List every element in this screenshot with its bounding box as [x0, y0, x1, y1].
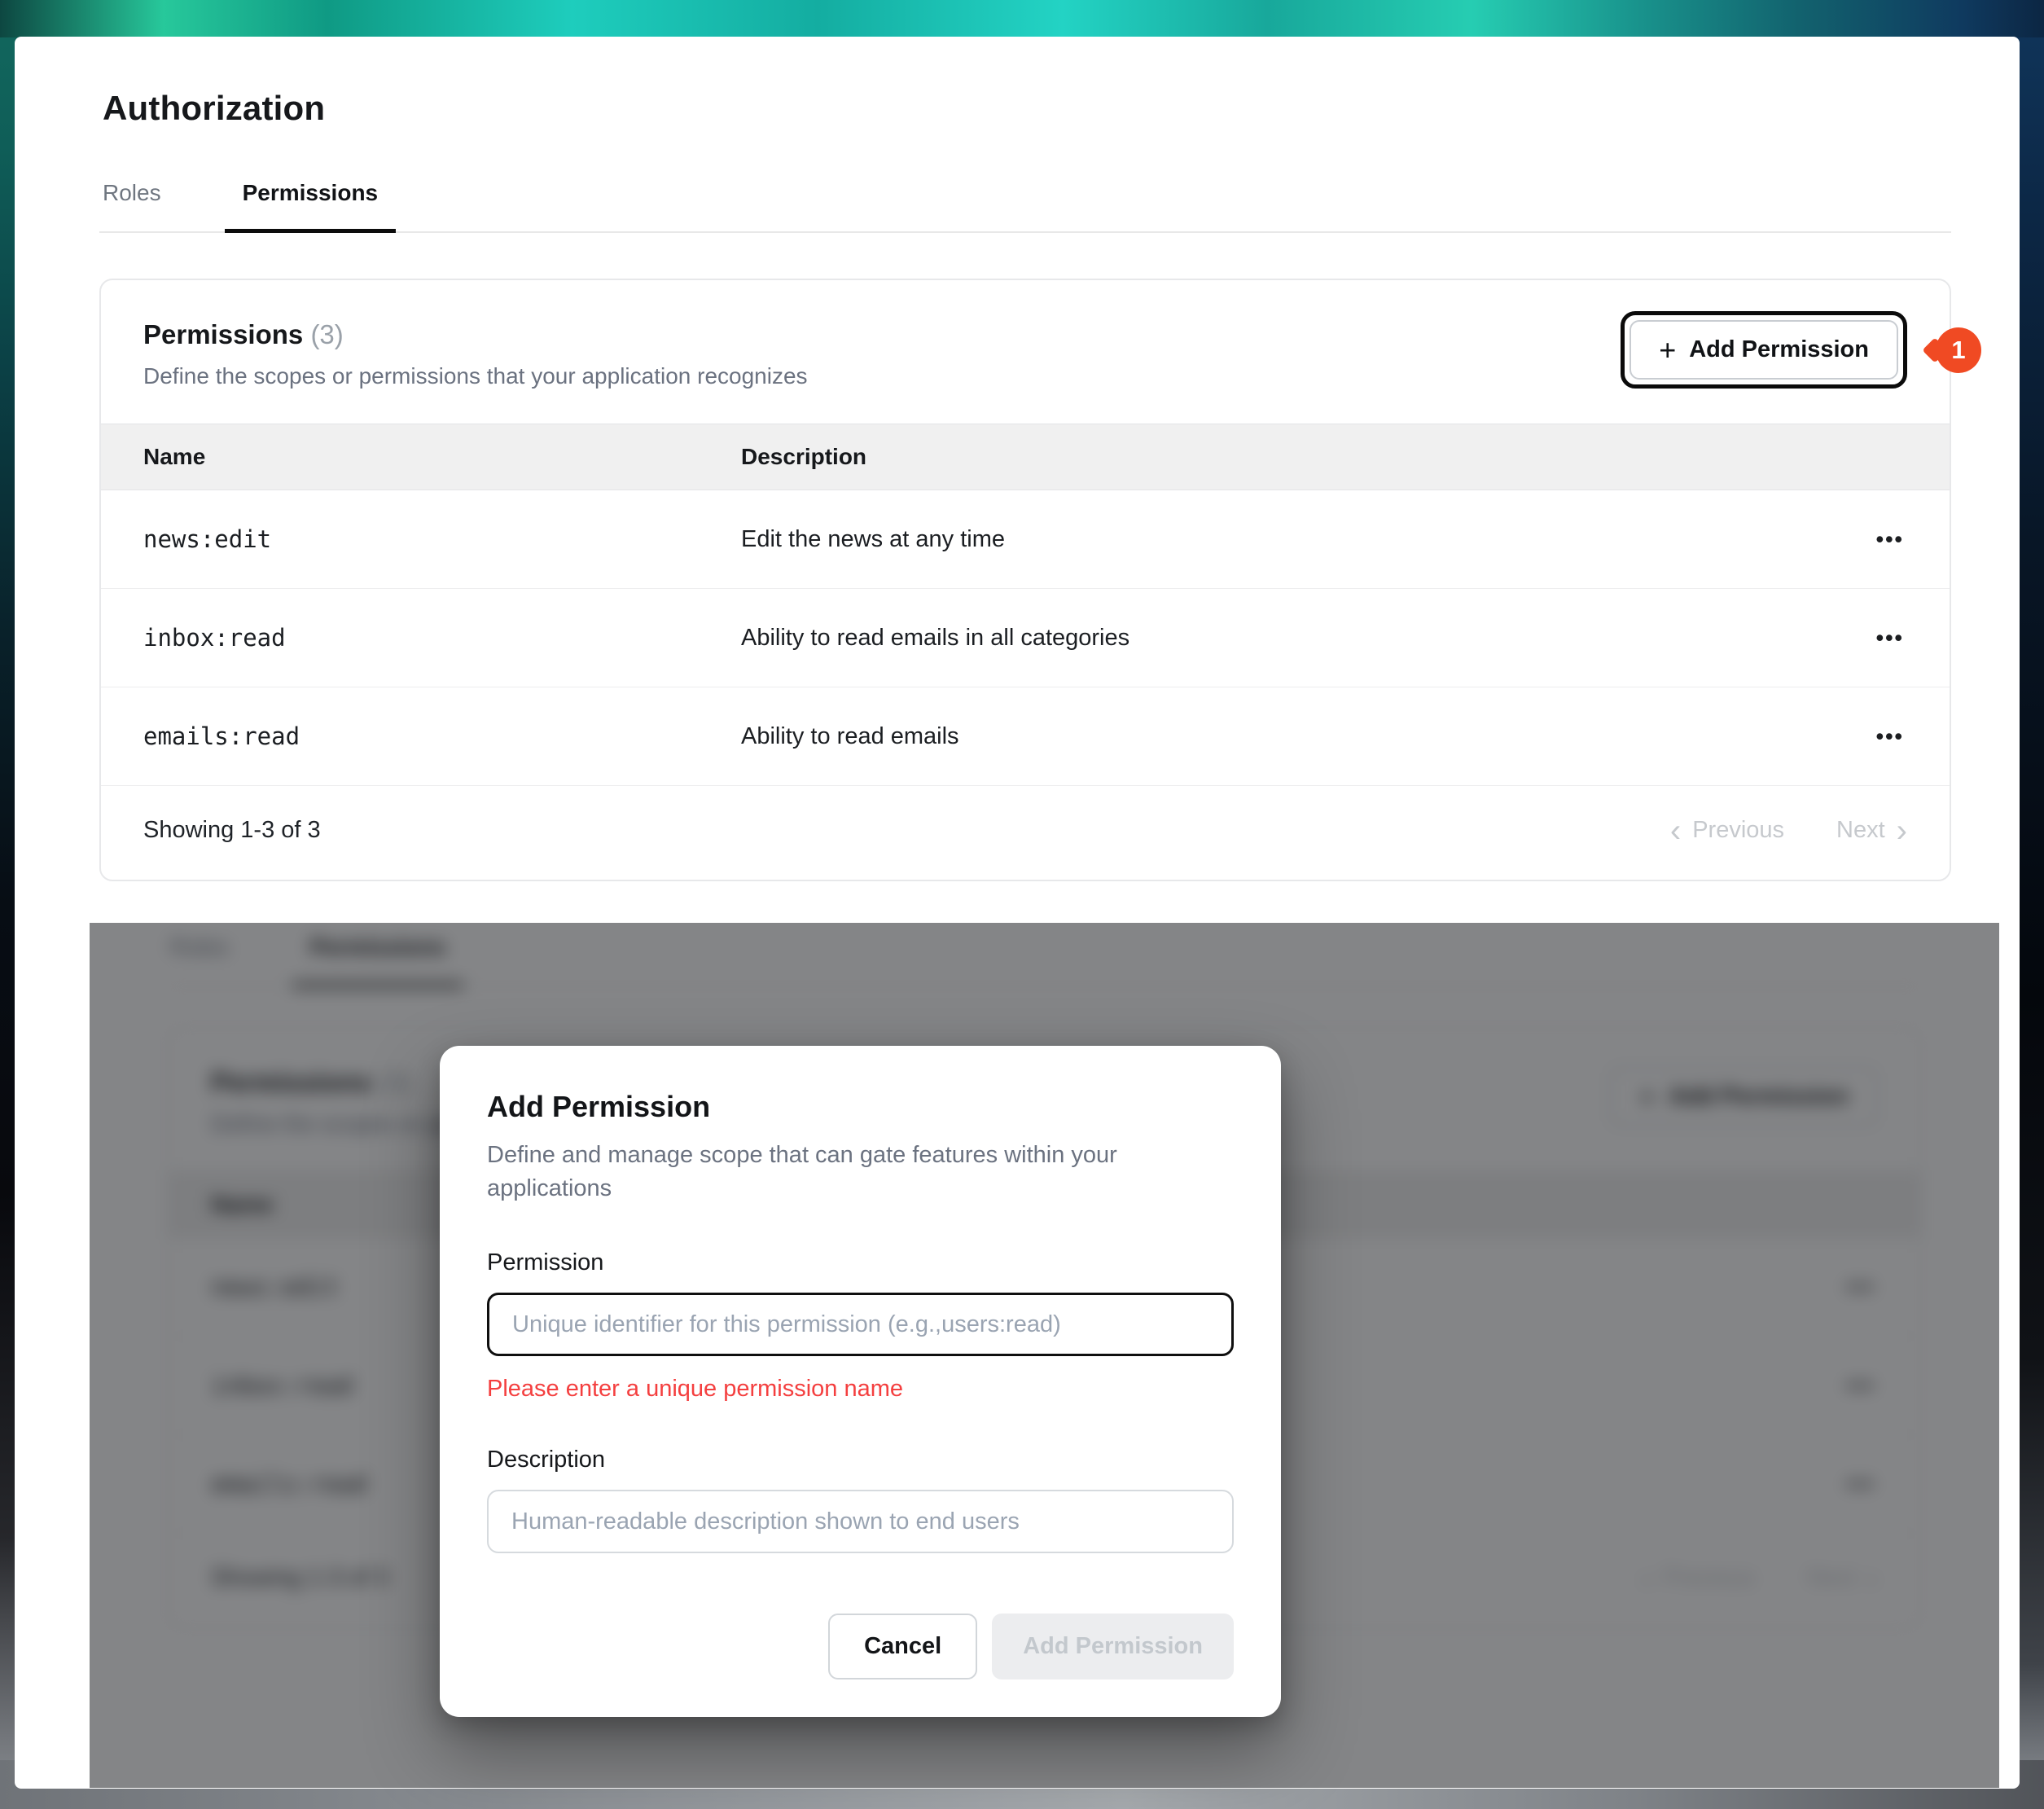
add-permission-highlight-ring: + Add Permission 1 — [1621, 311, 1907, 389]
dimmed-add-permission-button: + Add Permission — [1609, 1067, 1878, 1126]
permission-error-message: Please enter a unique permission name — [487, 1376, 1234, 1403]
permission-description: Edit the news at any time — [741, 490, 1827, 589]
permissions-table: Name Description news:edit Edit the news… — [101, 424, 1950, 786]
tab-permissions[interactable]: Permissions — [225, 180, 397, 233]
annotation-badge-number: 1 — [1951, 336, 1965, 365]
permission-field-label: Permission — [487, 1249, 1234, 1276]
permissions-card: Permissions (3) Define the scopes or per… — [99, 279, 1951, 881]
tab-roles[interactable]: Roles — [99, 180, 164, 231]
previous-label: Previous — [1692, 817, 1784, 844]
modal-actions: Cancel Add Permission — [487, 1614, 1234, 1679]
column-header-description: Description — [741, 424, 1827, 490]
permissions-count: (3) — [310, 319, 343, 349]
permission-name: emails:read — [101, 687, 741, 786]
column-header-actions — [1827, 424, 1950, 490]
permission-input[interactable] — [487, 1293, 1234, 1356]
permission-description: Ability to read emails in all categories — [741, 589, 1827, 687]
next-page-button[interactable]: Next › — [1836, 817, 1907, 844]
add-permission-button[interactable]: + Add Permission — [1629, 320, 1898, 380]
cancel-button[interactable]: Cancel — [828, 1614, 977, 1679]
table-header-row: Name Description — [101, 424, 1950, 490]
permission-description: Ability to read emails — [741, 687, 1827, 786]
pagination-summary: Showing 1-3 of 3 — [143, 817, 321, 844]
pagination: ‹ Previous Next › — [1670, 817, 1907, 844]
permissions-card-heading-group: Permissions (3) Define the scopes or per… — [143, 319, 808, 389]
modal-subtitle: Define and manage scope that can gate fe… — [487, 1139, 1163, 1205]
next-label: Next — [1836, 817, 1885, 844]
table-row: inbox:read Ability to read emails in all… — [101, 589, 1950, 687]
tab-bar: Roles Permissions — [99, 180, 1951, 233]
description-field-label: Description — [487, 1447, 1234, 1473]
annotation-badge-1: 1 — [1936, 327, 1981, 373]
submit-add-permission-button[interactable]: Add Permission — [992, 1614, 1234, 1679]
add-permission-modal: Add Permission Define and manage scope t… — [440, 1046, 1281, 1717]
table-row: emails:read Ability to read emails ••• — [101, 687, 1950, 786]
previous-page-button[interactable]: ‹ Previous — [1670, 817, 1784, 844]
add-permission-button-label: Add Permission — [1689, 336, 1869, 363]
permissions-card-header: Permissions (3) Define the scopes or per… — [101, 280, 1950, 424]
frame-gradient-top — [0, 0, 2044, 37]
page-title: Authorization — [103, 89, 1951, 128]
permissions-card-subtitle: Define the scopes or permissions that yo… — [143, 363, 808, 389]
description-input[interactable] — [487, 1490, 1234, 1553]
permission-name: news:edit — [101, 490, 741, 589]
permissions-card-title-text: Permissions — [143, 319, 303, 349]
modal-title: Add Permission — [487, 1090, 1234, 1124]
dimmed-tab-permissions: Permissions — [292, 934, 464, 987]
table-row: news:edit Edit the news at any time ••• — [101, 490, 1950, 589]
table-footer: Showing 1-3 of 3 ‹ Previous Next › — [101, 786, 1950, 880]
permissions-card-title: Permissions (3) — [143, 319, 808, 350]
dimmed-tab-roles: Roles — [167, 934, 232, 986]
page: Authorization Roles Permissions Permissi… — [15, 37, 2020, 1789]
column-header-name: Name — [101, 424, 741, 490]
permission-name: inbox:read — [101, 589, 741, 687]
